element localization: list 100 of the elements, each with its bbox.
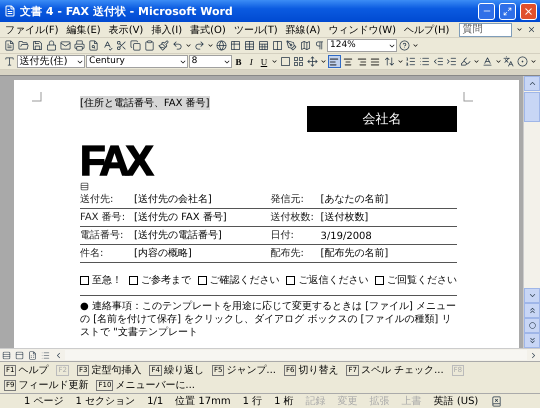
address-placeholder[interactable]: [住所と電話番号、FAX 番号] [80, 96, 210, 110]
globe-icon[interactable] [215, 39, 228, 52]
field-value[interactable]: 3/19/2008 [320, 231, 457, 242]
checkbox[interactable] [375, 276, 384, 284]
folder-icon[interactable] [17, 39, 30, 52]
align-button[interactable] [328, 55, 341, 68]
scroll-thumb[interactable] [524, 92, 540, 122]
menu-item[interactable]: 表示(V) [106, 22, 146, 36]
line-spacing-icon[interactable] [382, 55, 396, 68]
close-button[interactable] [520, 2, 537, 20]
fax-logo: FAX [80, 144, 150, 178]
grid-icon[interactable] [243, 39, 256, 52]
previous-page-button[interactable] [524, 303, 540, 318]
checkbox[interactable] [286, 276, 296, 284]
help-icon[interactable] [398, 39, 411, 52]
field-value[interactable]: [送付枚数] [320, 210, 457, 224]
field-value[interactable]: [送付先の電話番号] [134, 228, 270, 242]
scale-icon[interactable] [306, 55, 319, 68]
vertical-scrollbar[interactable] [523, 76, 540, 348]
print-layout-icon[interactable] [26, 348, 39, 362]
redo-icon[interactable] [193, 39, 206, 52]
paste-icon[interactable] [143, 39, 156, 52]
menu-item[interactable]: ファイル(F) [3, 22, 61, 36]
status-item: 1 セクション [76, 395, 136, 408]
format-button[interactable]: I [245, 55, 258, 68]
menu-item[interactable]: 書式(O) [188, 22, 228, 36]
checkbox[interactable] [198, 276, 206, 284]
languages-icon[interactable] [502, 55, 516, 68]
checkbox[interactable] [128, 276, 138, 284]
field-value[interactable]: [送付先の FAX 番号] [134, 210, 270, 224]
printer-icon[interactable] [73, 39, 86, 52]
new-document-icon[interactable] [3, 39, 16, 52]
field-value[interactable]: [あなたの名前] [320, 192, 457, 206]
status-item: 1/1 [147, 396, 164, 406]
checkbox-label: ご返信ください [298, 274, 368, 287]
columns-icon[interactable] [271, 39, 284, 52]
field-label: 日付: [270, 229, 295, 242]
menu-item[interactable]: ウィンドウ(W) [326, 22, 398, 36]
format-button[interactable]: B [232, 55, 244, 68]
checkbox[interactable] [80, 276, 89, 284]
field-value[interactable]: [送付先の会社名] [134, 192, 270, 206]
double-up-arrow-icon[interactable] [528, 306, 536, 315]
print-preview-icon[interactable] [87, 39, 100, 52]
status-item: 変更 [338, 394, 358, 408]
checkbox-label: ご回覧ください [387, 274, 457, 287]
pilcrow-icon[interactable] [313, 39, 326, 52]
font-size-dropdown[interactable]: 8 [188, 55, 232, 68]
cut-icon[interactable] [115, 39, 128, 52]
help-search-field[interactable]: 質問 [459, 22, 512, 36]
paintbrush-icon[interactable] [157, 39, 170, 52]
save-icon[interactable] [31, 39, 44, 52]
menu-item[interactable]: ヘルプ(H) [402, 22, 452, 36]
font-dropdown[interactable]: Century [86, 55, 188, 68]
browse-object-button[interactable] [524, 318, 540, 333]
double-down-arrow-icon[interactable] [528, 336, 536, 345]
menu-item[interactable]: 編集(E) [64, 22, 103, 36]
document-icon [3, 4, 16, 18]
bordered-square-icon[interactable] [278, 55, 292, 68]
scroll-down-button[interactable] [524, 288, 540, 303]
field-value[interactable]: [内容の概略] [134, 246, 270, 260]
zoom-dropdown[interactable]: 124% [327, 39, 397, 52]
menu-item[interactable]: ツール(T) [232, 22, 280, 36]
margin-corner-mark [32, 92, 42, 102]
copy-icon[interactable] [129, 39, 142, 52]
menu-item[interactable]: 罫線(A) [284, 22, 322, 36]
status-item: 記録 [306, 394, 326, 408]
style-dropdown[interactable]: 送付先(住) [16, 55, 86, 68]
numbered-list-icon[interactable] [404, 55, 418, 68]
checkbox-label: 至急！ [92, 274, 122, 287]
indent-icon[interactable] [446, 55, 458, 68]
company-name-banner: 会社名 [307, 106, 457, 132]
highlighter-icon[interactable] [459, 55, 472, 68]
lock-icon[interactable] [45, 39, 58, 52]
table-icon[interactable] [229, 39, 242, 52]
menu-item[interactable]: 挿入(I) [149, 22, 184, 36]
mail-icon[interactable] [59, 39, 72, 52]
table-move-handle-icon[interactable] [80, 182, 89, 191]
field-label: FAX 番号: [80, 210, 126, 224]
outdent-icon[interactable] [432, 55, 445, 68]
status-item: 位置 17mm [175, 394, 231, 408]
maximize-icon[interactable] [503, 6, 512, 16]
circled-dot-icon[interactable] [516, 55, 529, 68]
maximize-button[interactable] [499, 2, 516, 20]
pen-icon[interactable] [285, 39, 298, 52]
scroll-up-button[interactable] [524, 76, 540, 91]
styles-icon[interactable] [3, 55, 16, 68]
field-value[interactable]: [配布先の名前] [320, 246, 457, 260]
spreadsheet-icon[interactable] [257, 39, 270, 52]
map-icon[interactable] [299, 39, 312, 52]
status-item: 1 行 [242, 395, 262, 408]
book-icon [490, 394, 504, 408]
shaded-square-icon[interactable] [292, 55, 306, 68]
minimize-button[interactable] [478, 2, 495, 20]
format-button[interactable]: U [258, 55, 270, 68]
font-color-icon[interactable] [480, 55, 494, 68]
circle-icon[interactable] [528, 322, 536, 329]
status-item: 1 桁 [274, 394, 294, 408]
field-label: 配布先: [270, 246, 305, 260]
next-page-button[interactable] [524, 333, 540, 348]
undo-icon[interactable] [171, 39, 184, 52]
